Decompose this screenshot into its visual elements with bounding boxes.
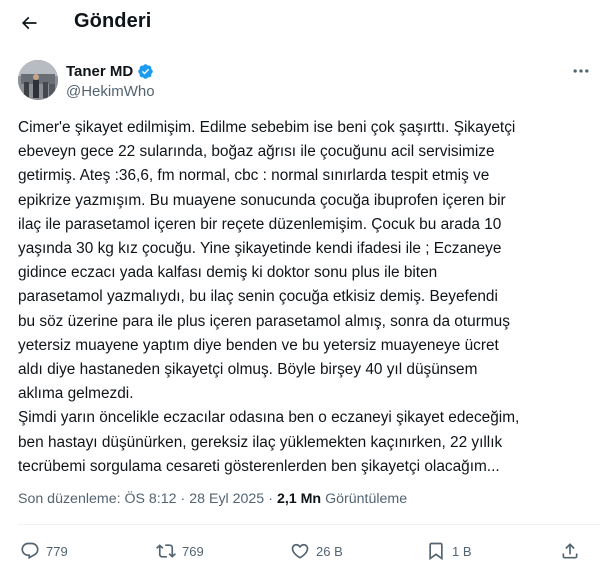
post-text-line: getirmiş. Ateş :36,6, fm normal, cbc : n… (18, 167, 490, 185)
reply-button[interactable]: 779 (20, 536, 68, 566)
avatar[interactable] (18, 60, 58, 100)
views-count: 2,1 Mn (276, 491, 322, 507)
post-author: Taner MD @HekimWho (18, 60, 598, 102)
reply-icon (21, 542, 39, 560)
like-count: 26 B (316, 543, 343, 559)
post-text-line: epikrize yazmışım. Bu muayene sonucunda … (18, 191, 506, 209)
avatar-image (18, 60, 58, 100)
post-text-line: yaşında 30 kg kız çocuğu. Yine şikayetin… (18, 240, 502, 258)
page-title: Gönderi (74, 10, 152, 32)
post-date[interactable]: 28 Eyl 2025 (189, 491, 264, 507)
post-text-line: yetersiz muayene yaptım diye benden ve b… (18, 336, 499, 354)
divider (18, 524, 600, 525)
bookmark-count: 1 B (452, 543, 472, 559)
post-meta: Son düzenleme: ÖS 8:12 · 28 Eyl 2025 · 2… (18, 491, 407, 507)
post-text-line: bu söz üzerine para ile plus içeren para… (18, 312, 510, 330)
arrow-left-icon (21, 16, 37, 30)
post-text-line: Şimdi yarın öncelikle eczacılar odasına … (18, 409, 520, 427)
post-text-line: aklıma gelmezdi. (18, 385, 134, 403)
action-bar: 779 769 26 B 1 B (18, 536, 600, 566)
meta-separator: · (180, 491, 186, 507)
post-text-line: aldı diye hastaneden şikayetçi olmuş. Bö… (18, 361, 478, 379)
post-text-line: ebeveyn gece 22 sularında, boğaz ağrısı … (18, 143, 495, 161)
bookmark-button[interactable]: 1 B (426, 536, 472, 566)
bookmark-icon (429, 542, 443, 561)
meta-separator: · (268, 491, 273, 507)
more-options-button[interactable] (564, 60, 598, 82)
views-label: Görüntüleme (325, 491, 408, 507)
verified-badge-icon[interactable] (137, 63, 154, 80)
post-text-line: gidince eczacı yada kalfası demiş ki dok… (18, 264, 438, 282)
post-text-line: parasetamol yazmalıydı, bu ilaç senin ço… (18, 288, 498, 306)
back-button[interactable] (12, 6, 46, 40)
edited-timestamp[interactable]: Son düzenleme: ÖS 8:12 (18, 491, 177, 507)
author-name[interactable]: Taner MD (66, 63, 133, 80)
repost-icon (156, 544, 176, 558)
share-button[interactable] (560, 536, 580, 566)
heart-icon (291, 543, 309, 559)
share-icon (562, 543, 578, 559)
post-text-line: ilaç ile parasetamol içeren bir reçete d… (18, 215, 502, 233)
more-horizontal-icon (573, 69, 589, 73)
post-text-line: tecrübemi sorgulama cesareti gösterenler… (18, 457, 500, 475)
post-text-line: ben hastayı düşünürken, gereksiz ilaç yü… (18, 433, 503, 451)
post-text: Cimer'e şikayet edilmişim. Edilme sebebi… (18, 116, 600, 479)
author-handle[interactable]: @HekimWho (66, 83, 155, 100)
top-bar: Gönderi (0, 0, 615, 46)
repost-button[interactable]: 769 (156, 536, 204, 566)
reply-count: 779 (46, 543, 68, 559)
like-button[interactable]: 26 B (290, 536, 343, 566)
post-text-line: Cimer'e şikayet edilmişim. Edilme sebebi… (18, 119, 516, 136)
repost-count: 769 (182, 543, 204, 559)
